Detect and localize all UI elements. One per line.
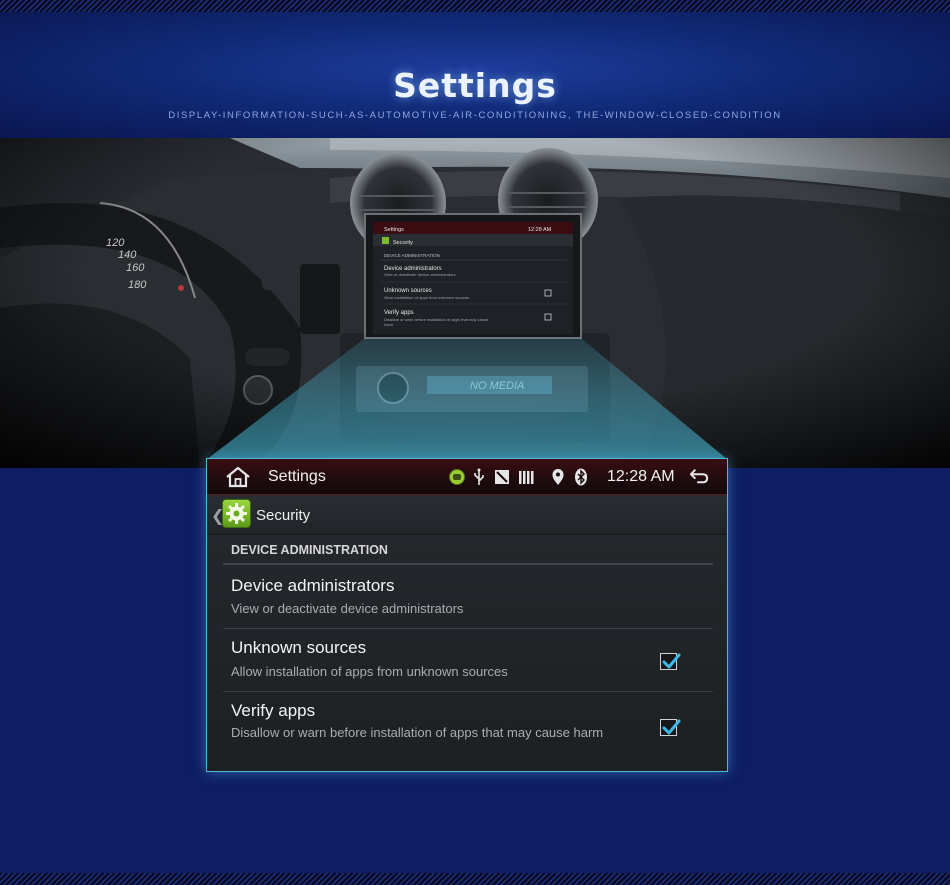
android-debug-icon (449, 469, 465, 485)
car-dashboard-photo: NO MEDIA 120 140 160 180 Settings 12:28 … (0, 138, 950, 468)
page-title: Settings (393, 66, 557, 105)
svg-text:Verify apps: Verify apps (384, 310, 414, 316)
status-clock: 12:28 AM (607, 468, 675, 485)
section-divider (223, 563, 713, 565)
setting-device-administrators[interactable]: Device administrators View or deactivate… (223, 567, 713, 629)
setting-unknown-sources[interactable]: Unknown sources Allow installation of ap… (223, 629, 713, 692)
checkmark-icon (662, 653, 681, 669)
status-bar-title: Settings (268, 468, 326, 485)
head-unit-screen: Settings 12:28 AM ❮ Security DEVICE ADMI… (206, 458, 728, 772)
setting-subtitle: Disallow or warn before installation of … (231, 725, 604, 740)
gear-icon (222, 499, 251, 528)
top-hatch-border (0, 0, 950, 12)
svg-text:12:28 AM: 12:28 AM (528, 227, 552, 233)
unknown-sources-checkbox[interactable] (660, 653, 681, 670)
usb-icon (474, 468, 484, 485)
svg-text:Unknown sources: Unknown sources (384, 288, 432, 294)
bottom-hatch-border (0, 873, 950, 885)
breadcrumb[interactable]: ❮ Security (207, 495, 727, 535)
svg-text:Disallow or warn before instal: Disallow or warn before installation of … (384, 317, 489, 322)
verify-apps-checkbox[interactable] (660, 719, 681, 736)
status-bar: Settings 12:28 AM (207, 459, 727, 495)
setting-subtitle: View or deactivate device administrators (231, 601, 464, 616)
dashboard-illustration: NO MEDIA 120 140 160 180 Settings 12:28 … (0, 138, 950, 468)
bluetooth-icon (575, 468, 587, 486)
back-arrow-icon[interactable] (687, 467, 711, 485)
setting-verify-apps[interactable]: Verify apps Disallow or warn before inst… (223, 692, 713, 771)
no-sim-icon (495, 470, 509, 484)
svg-text:DEVICE ADMINISTRATION: DEVICE ADMINISTRATION (384, 253, 440, 258)
signal-bars-icon (519, 471, 534, 484)
section-header-device-administration: DEVICE ADMINISTRATION (231, 543, 388, 557)
checkmark-icon (662, 719, 681, 735)
page-subtitle: DISPLAY-INFORMATION-SUCH-AS-AUTOMOTIVE-A… (168, 110, 782, 121)
setting-title: Device administrators (231, 576, 395, 595)
home-icon[interactable] (225, 466, 251, 488)
setting-subtitle: Allow installation of apps from unknown … (231, 664, 508, 679)
svg-text:View or deactivate device admi: View or deactivate device administrators (384, 272, 456, 277)
setting-title: Unknown sources (231, 638, 367, 657)
svg-text:Settings: Settings (384, 227, 404, 233)
svg-text:Security: Security (393, 240, 413, 246)
location-pin-icon (552, 469, 564, 485)
svg-text:Allow installation of apps fro: Allow installation of apps from unknown … (384, 295, 469, 300)
security-settings-list: DEVICE ADMINISTRATION Device administrat… (207, 535, 727, 771)
breadcrumb-label: Security (256, 507, 311, 524)
svg-text:harm: harm (384, 322, 394, 327)
setting-title: Verify apps (231, 701, 316, 720)
